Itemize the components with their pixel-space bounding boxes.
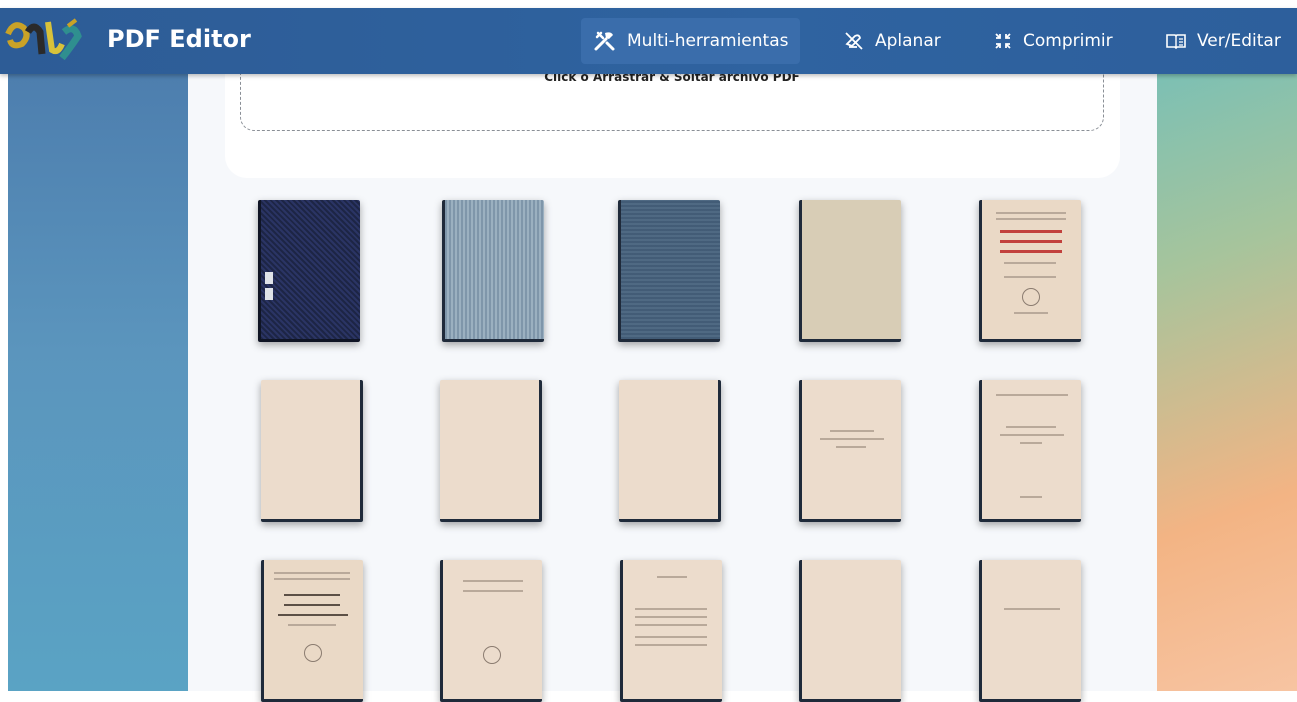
text-line <box>278 614 348 616</box>
nav-aplanar[interactable]: Aplanar <box>843 18 941 64</box>
text-line <box>274 578 350 580</box>
spine-label <box>265 272 273 284</box>
background-left-gradient <box>8 74 188 691</box>
text-line <box>635 644 707 646</box>
text-line <box>274 572 350 574</box>
page-thumbnail-11[interactable] <box>261 560 363 702</box>
red-title-line <box>1000 240 1062 243</box>
window-edge <box>0 0 8 691</box>
text-line <box>830 430 874 432</box>
text-line <box>635 636 707 638</box>
nav-label: Comprimir <box>1023 31 1113 51</box>
page-thumbnail-3[interactable] <box>618 200 720 342</box>
page-thumbnail-7[interactable] <box>440 380 542 522</box>
tools-icon <box>594 31 615 51</box>
text-line <box>635 608 707 610</box>
text-line <box>1006 426 1056 428</box>
nav-label: Multi-herramientas <box>627 31 789 51</box>
text-line <box>284 604 340 606</box>
page-thumbnail-5[interactable] <box>979 200 1081 342</box>
page-thumbnail-14[interactable] <box>799 560 901 702</box>
page-thumbnail-10[interactable] <box>979 380 1081 522</box>
top-navigation-bar: PDF Editor Multi-herramientas Aplanar Co… <box>0 8 1297 74</box>
text-line <box>996 212 1066 214</box>
text-line <box>996 218 1066 220</box>
nav-ver-editar[interactable]: Ver/Editar <box>1165 18 1281 64</box>
nav-label: Ver/Editar <box>1197 31 1281 51</box>
page-thumbnail-6[interactable] <box>261 380 363 522</box>
red-title-line <box>1000 230 1062 233</box>
text-line <box>1000 434 1064 436</box>
flatten-icon <box>845 32 863 50</box>
compress-icon <box>995 33 1011 49</box>
page-thumbnail-9[interactable] <box>799 380 901 522</box>
text-line <box>1020 496 1042 498</box>
page-thumbnail-8[interactable] <box>619 380 721 522</box>
page-thumbnail-12[interactable] <box>440 560 542 702</box>
red-title-line <box>1000 250 1062 253</box>
page-thumbnail-4[interactable] <box>799 200 901 342</box>
text-line <box>1004 262 1056 264</box>
book-icon <box>1166 34 1186 50</box>
page-thumbnail-13[interactable] <box>620 560 722 702</box>
text-line <box>635 624 707 626</box>
text-line <box>463 580 523 582</box>
spine-label <box>265 288 273 300</box>
text-line <box>836 446 866 448</box>
text-line <box>657 576 687 578</box>
text-line <box>996 394 1068 396</box>
text-line <box>635 616 707 618</box>
text-line <box>1004 608 1060 610</box>
seal-icon <box>483 646 501 664</box>
text-line <box>1014 312 1048 314</box>
app-title: PDF Editor <box>107 25 251 53</box>
text-line <box>820 438 884 440</box>
text-line <box>463 590 523 592</box>
text-line <box>1004 276 1056 278</box>
nav-label: Aplanar <box>875 31 941 51</box>
text-line <box>288 624 336 626</box>
text-line <box>284 594 340 596</box>
page-thumbnail-2[interactable] <box>442 200 544 342</box>
seal-icon <box>304 644 322 662</box>
text-line <box>1020 442 1042 444</box>
page-thumbnail-1[interactable] <box>258 200 360 342</box>
nav-multi-herramientas[interactable]: Multi-herramientas <box>581 18 801 64</box>
app-logo-icon <box>5 18 82 61</box>
nav-comprimir[interactable]: Comprimir <box>993 18 1113 64</box>
page-thumbnail-15[interactable] <box>979 560 1081 702</box>
background-right-gradient <box>1157 74 1297 691</box>
seal-icon <box>1022 288 1040 306</box>
